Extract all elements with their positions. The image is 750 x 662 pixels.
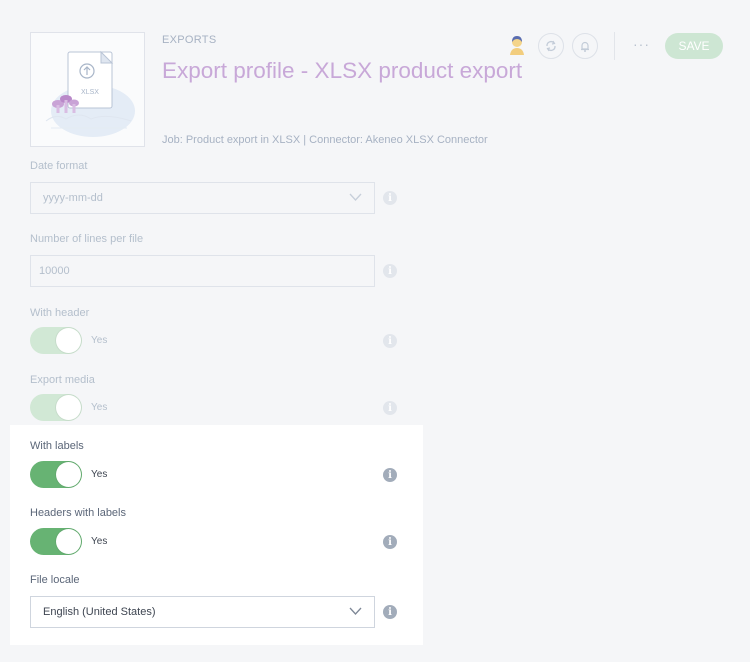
sync-icon[interactable]: [538, 33, 564, 59]
breadcrumb[interactable]: EXPORTS: [162, 34, 216, 46]
toggle-knob: [56, 328, 81, 353]
date-format-label: Date format: [30, 160, 88, 172]
bell-icon[interactable]: [572, 33, 598, 59]
lines-per-file-label: Number of lines per file: [30, 233, 144, 245]
user-avatar-icon[interactable]: [505, 33, 529, 57]
file-locale-label: File locale: [30, 574, 80, 586]
toggle-knob: [56, 529, 81, 554]
chevron-down-icon: [349, 193, 362, 201]
with-header-label: With header: [30, 307, 90, 319]
info-icon[interactable]: i: [383, 191, 397, 205]
info-icon[interactable]: i: [383, 535, 397, 549]
toggle-knob: [56, 395, 81, 420]
file-locale-select[interactable]: English (United States): [30, 596, 375, 628]
headers-with-labels-label: Headers with labels: [30, 507, 126, 519]
toggle-knob: [56, 462, 81, 487]
with-header-state: Yes: [91, 335, 108, 346]
with-header-toggle[interactable]: [30, 327, 82, 354]
job-subtitle: Job: Product export in XLSX | Connector:…: [162, 134, 488, 146]
headers-with-labels-state: Yes: [91, 536, 108, 547]
chevron-down-icon: [349, 607, 362, 615]
header-divider: [614, 32, 615, 60]
export-media-toggle[interactable]: [30, 394, 82, 421]
more-options-button[interactable]: ···: [633, 36, 650, 52]
info-icon[interactable]: i: [383, 264, 397, 278]
file-locale-value: English (United States): [43, 606, 156, 618]
export-illustration: XLSX: [30, 32, 145, 147]
with-labels-state: Yes: [91, 469, 108, 480]
info-icon[interactable]: i: [383, 401, 397, 415]
date-format-value: yyyy-mm-dd: [43, 192, 103, 204]
save-button[interactable]: SAVE: [665, 33, 723, 59]
info-icon[interactable]: i: [383, 334, 397, 348]
with-labels-toggle[interactable]: [30, 461, 82, 488]
date-format-select[interactable]: yyyy-mm-dd: [30, 182, 375, 214]
info-icon[interactable]: i: [383, 605, 397, 619]
export-media-state: Yes: [91, 402, 108, 413]
export-media-label: Export media: [30, 374, 95, 386]
headers-with-labels-toggle[interactable]: [30, 528, 82, 555]
info-icon[interactable]: i: [383, 468, 397, 482]
lines-per-file-input[interactable]: [30, 255, 375, 287]
svg-text:XLSX: XLSX: [81, 89, 99, 96]
with-labels-label: With labels: [30, 440, 84, 452]
xlsx-file-illustration: XLSX: [45, 50, 135, 137]
page-title: Export profile - XLSX product export: [162, 58, 523, 83]
